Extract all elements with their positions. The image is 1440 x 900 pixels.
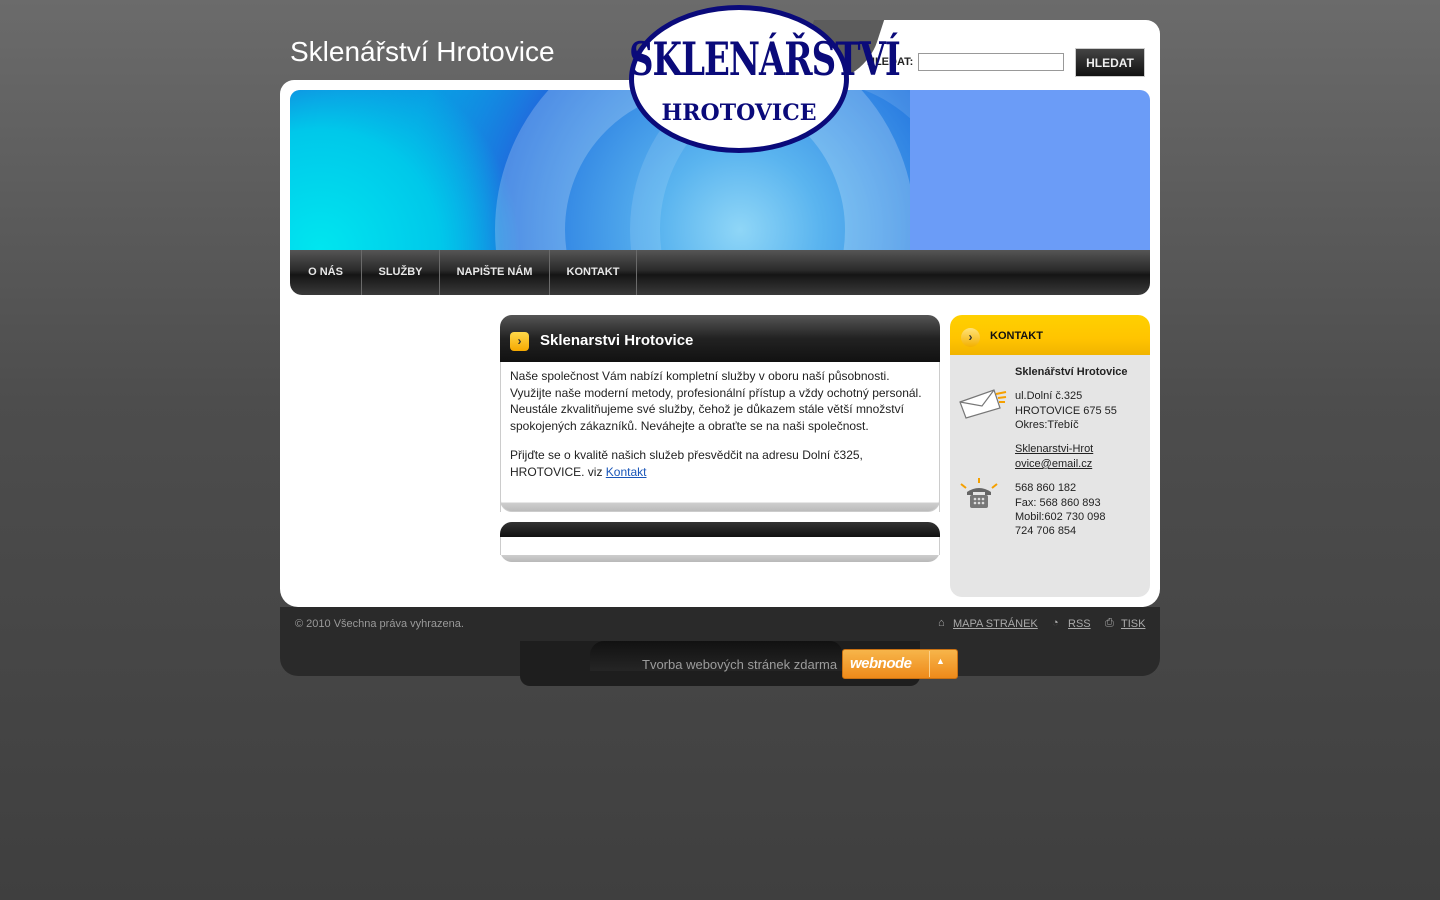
nav-item-napiste-nam[interactable]: NAPIŠTE NÁM [440,250,550,295]
logo-text-bottom: HROTOVICE [661,100,817,126]
sidebar-header [950,315,1150,355]
company-name: Sklenářství Hrotovice [1015,366,1128,378]
rss-icon: ◔ [1052,617,1059,629]
content-paragraph: Naše společnost Vám nabízí kompletní slu… [510,369,922,433]
envelope-icon [959,389,1007,419]
sidebar-title: KONTAKT [990,330,1043,342]
secondary-box-body [500,537,940,555]
arrow-right-icon: › [510,332,529,351]
webnode-logo[interactable]: webnode [850,655,912,672]
print-link[interactable]: TISK [1121,618,1145,630]
content-footer [500,490,940,512]
content-paragraph: Přijďte se o kvalitě našich služeb přesv… [510,447,930,480]
address-city: HROTOVICE 675 55 [1015,405,1117,417]
address-street: ul.Dolní č.325 [1015,390,1083,402]
phone-number: 568 860 182 [1015,482,1077,494]
mobile-number: Mobil:602 730 098 [1015,511,1106,523]
phone-number: 724 706 854 [1015,525,1077,537]
phone-icon [960,478,998,508]
search-button[interactable]: HLEDAT [1075,48,1145,77]
site-title[interactable]: Sklenářství Hrotovice [290,36,555,68]
nav-item-kontakt[interactable]: KONTAKT [550,250,637,295]
divider [929,651,930,677]
arrow-right-icon: › [961,328,980,347]
main-nav: O NÁS SLUŽBY NAPIŠTE NÁM KONTAKT [290,250,1150,295]
fax-number: Fax: 568 860 893 [1015,497,1101,509]
sitemap-icon: ⌂ [938,617,945,629]
copyright: © 2010 Všechna práva vyhrazena. [295,618,464,630]
address-district: Okres:Třebíč [1015,419,1079,431]
content-title: Sklenarstvi Hrotovice [540,332,694,349]
email-link[interactable]: Sklenarstvi-Hrot [1015,442,1093,457]
chevron-up-icon[interactable]: ▲ [936,656,945,666]
sitemap-link[interactable]: MAPA STRÁNEK [953,618,1038,630]
search-input[interactable] [918,53,1064,71]
secondary-box-header [500,522,940,537]
logo-background [910,90,1150,250]
print-icon: ⎙ [1105,617,1114,629]
powered-by-text: Tvorba webových stránek zdarma [642,657,838,672]
nav-item-sluzby[interactable]: SLUŽBY [362,250,440,295]
logo-text-top: SKLENÁŘSTVÍ [629,33,901,87]
paragraph-text: Přijďte se o kvalitě našich služeb přesv… [510,448,863,479]
nav-item-o-nas[interactable]: O NÁS [290,250,362,295]
rss-link[interactable]: RSS [1068,618,1091,630]
email-link[interactable]: ovice@email.cz [1015,457,1092,472]
contact-link[interactable]: Kontakt [606,465,647,479]
